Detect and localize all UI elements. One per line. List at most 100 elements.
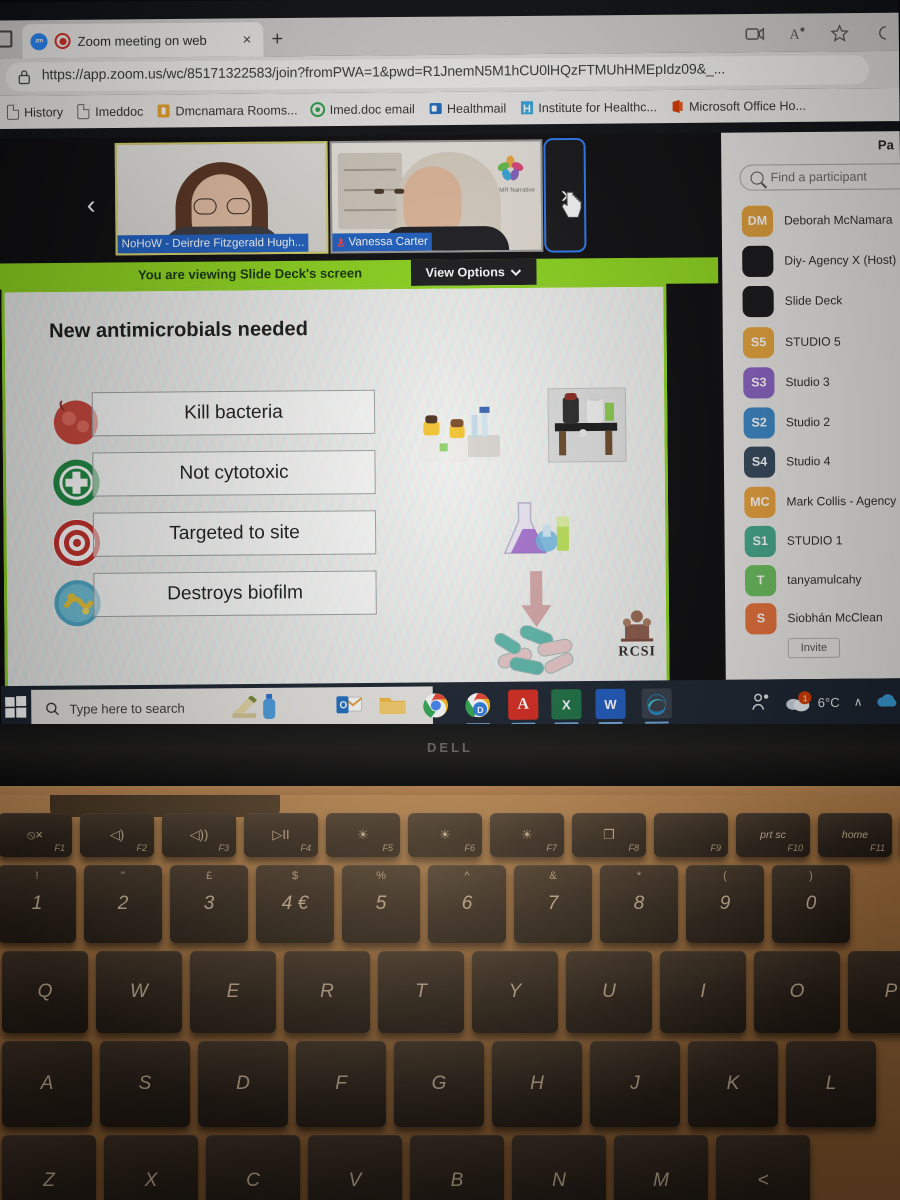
key-t[interactable]: T [378,951,464,1033]
bookmark-history[interactable]: History [0,99,68,126]
bookmark-institute-for-healthcare[interactable]: H Institute for Healthc... [514,94,662,121]
new-tab-button[interactable]: + [271,28,283,51]
outlook-icon[interactable]: O [334,691,364,721]
key-p[interactable]: P [848,951,900,1033]
invite-button[interactable]: Invite [787,637,841,659]
participant-row[interactable]: T tanyamulcahy [744,559,900,601]
key-6[interactable]: ^ 6 [428,865,506,943]
key-f7[interactable]: ☀ F7 [490,813,564,857]
close-icon[interactable]: × [238,31,255,48]
key-v[interactable]: V [308,1135,402,1200]
key-f3[interactable]: ◁)) F3 [162,813,236,857]
participant-row[interactable]: S Siobhán McClean [745,597,900,639]
key-1[interactable]: ! 1 [0,865,76,943]
key-o[interactable]: O [754,951,840,1033]
participant-row[interactable]: Diy- Agency X (Host) [742,239,900,281]
participant-row[interactable]: MC Mark Collis - Agency X [744,480,900,522]
chrome-docs-icon[interactable]: D [463,690,493,720]
participant-row[interactable]: DM Deborah McNamara [741,199,900,241]
water-bottle-icon[interactable] [254,692,284,722]
bookmark-imed-doc-email[interactable]: Imed.doc email [305,96,419,123]
key-u[interactable]: U [566,951,652,1033]
key-g[interactable]: G [394,1041,484,1127]
video-tile-vanessa[interactable]: The AMR Narrative Vanessa Carter [329,139,544,254]
onedrive-icon[interactable] [877,692,900,711]
collections-icon[interactable] [871,22,893,44]
key-z[interactable]: Z [2,1135,96,1200]
participant-row[interactable]: S5 STUDIO 5 [742,321,900,363]
participant-row[interactable]: S1 STUDIO 1 [744,520,900,562]
read-aloud-icon[interactable]: A [786,22,808,44]
key-b[interactable]: B [410,1135,504,1200]
key-2[interactable]: " 2 [84,865,162,943]
key-w[interactable]: W [96,951,182,1033]
key-f5[interactable]: ☀ F5 [326,813,400,857]
key-comma[interactable]: < [716,1135,810,1200]
key-c[interactable]: C [206,1135,300,1200]
key-f[interactable]: F [296,1041,386,1127]
key-prtsc-f10[interactable]: prt sc F10 [736,813,810,857]
key-f1[interactable]: ⦸× F1 [0,813,72,857]
participant-row[interactable]: Slide Deck [742,280,900,322]
participant-search-input[interactable]: Find a participant [739,163,900,191]
participant-row[interactable]: S2 Studio 2 [743,401,900,443]
key-5[interactable]: % 5 [342,865,420,943]
screen-capture-icon[interactable] [744,23,766,45]
view-options-button[interactable]: View Options [410,258,537,287]
filmstrip-next-button[interactable]: › [543,137,587,253]
chrome-icon[interactable] [421,690,451,720]
key-f4[interactable]: ▷II F4 [244,813,318,857]
bullet-label: Kill bacteria [184,401,283,424]
key-f9[interactable]: F9 [654,813,728,857]
bookmark-healthmail[interactable]: Healthmail [423,95,512,122]
favorites-star-icon[interactable] [829,22,851,44]
key-q[interactable]: Q [2,951,88,1033]
show-hidden-icons-chevron[interactable]: ∧ [854,695,863,709]
video-tile-deirdre[interactable]: NoHoW - Deirdre Fitzgerald Hugh... [114,141,329,256]
windows-start-icon[interactable] [5,695,29,720]
key-y[interactable]: Y [472,951,558,1033]
key-h[interactable]: H [492,1041,582,1127]
tab-actions-icon[interactable] [0,30,13,48]
bookmark-dmcnamara-rooms[interactable]: Dmcnamara Rooms... [151,97,302,124]
key-s[interactable]: S [100,1041,190,1127]
filmstrip-prev-button[interactable]: ‹ [69,174,114,235]
key-d[interactable]: D [198,1041,288,1127]
key-e[interactable]: E [190,951,276,1033]
key-8[interactable]: * 8 [600,865,678,943]
key-j[interactable]: J [590,1041,680,1127]
acrobat-icon[interactable]: A [508,689,539,720]
key-r[interactable]: R [284,951,370,1033]
key-f8[interactable]: ❐ F8 [572,813,646,857]
edge-icon[interactable] [641,688,672,719]
participant-name: Studio 3 [785,374,830,390]
people-icon[interactable] [751,692,771,713]
bookmark-microsoft-office-home[interactable]: Microsoft Office Ho... [665,92,811,119]
key-f2[interactable]: ◁) F2 [80,813,154,857]
excel-icon[interactable]: X [551,689,582,720]
key-4[interactable]: $4 € [256,865,334,943]
participant-row[interactable]: S3 Studio 3 [743,361,900,403]
key-f6[interactable]: ☀ F6 [408,813,482,857]
avatar-initials: S [756,611,766,626]
weather-widget[interactable]: 1 6°C [786,691,840,713]
video-tile-name: Vanessa Carter [332,232,432,252]
key-n[interactable]: N [512,1135,606,1200]
bookmark-imeddoc[interactable]: Imeddoc [71,98,148,125]
key-i[interactable]: I [660,951,746,1033]
key-9[interactable]: (9 [686,865,764,943]
key-m[interactable]: M [614,1135,708,1200]
key-x[interactable]: X [104,1135,198,1200]
word-icon[interactable]: W [595,688,626,720]
key-l[interactable]: L [786,1041,876,1127]
browser-tab[interactable]: zm Zoom meeting on web × [22,22,264,59]
key-a[interactable]: A [2,1041,92,1127]
key-0[interactable]: ) 0 [772,865,850,943]
key-home-f11[interactable]: home F11 [818,813,892,857]
key-3[interactable]: £3 [170,865,248,943]
key-7[interactable]: & 7 [514,865,592,943]
participant-row[interactable]: S4 Studio 4 [743,440,900,482]
key-k[interactable]: K [688,1041,778,1127]
task-view-icon[interactable] [290,691,320,721]
file-explorer-icon[interactable] [377,691,407,721]
